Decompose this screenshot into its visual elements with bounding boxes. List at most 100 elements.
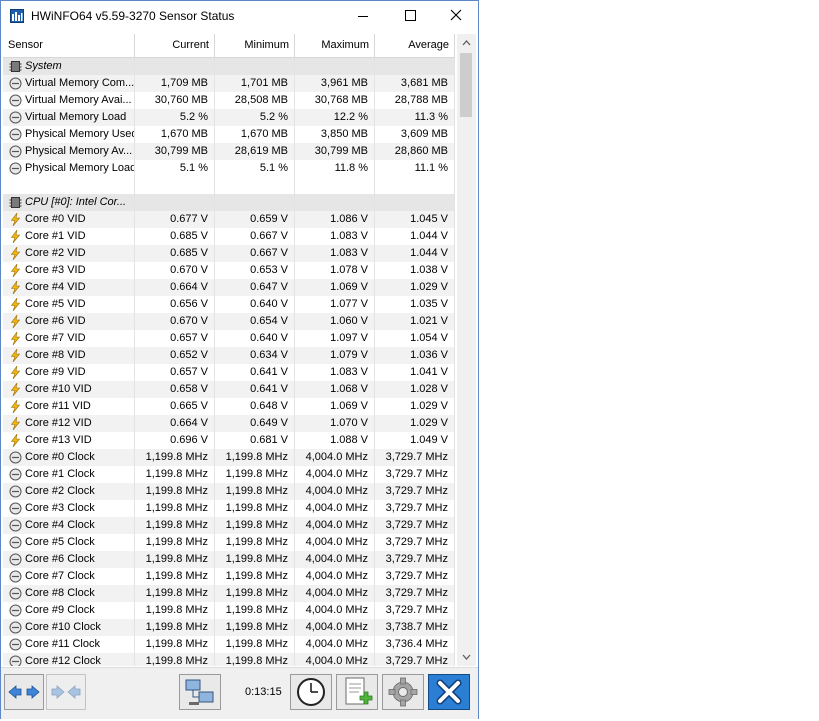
clock-button[interactable] bbox=[290, 674, 332, 710]
sensor-value-current: 0.652 V bbox=[135, 347, 215, 364]
add-report-button[interactable] bbox=[336, 674, 378, 710]
sensor-value-average: 28,788 MB bbox=[375, 92, 455, 109]
sensor-row[interactable]: Virtual Memory Avai... 30,760 MB 28,508 MB… bbox=[3, 92, 455, 109]
sensor-value-average: 3,729.7 MHz bbox=[375, 449, 455, 466]
sensor-value-current: 0.665 V bbox=[135, 398, 215, 415]
sensor-value-minimum: 28,619 MB bbox=[215, 143, 295, 160]
sensor-row[interactable]: Core #4 Clock 1,199.8 MHz 1,199.8 MHz 4,004… bbox=[3, 517, 455, 534]
sensor-value-maximum: 1.069 V bbox=[295, 398, 375, 415]
sensor-row[interactable]: Core #1 VID 0.685 V 0.667 V 1.083 V 1.044 V bbox=[3, 228, 455, 245]
sensor-row[interactable]: Core #11 VID 0.665 V 0.648 V 1.069 V 1.029 V bbox=[3, 398, 455, 415]
close-sensors-button[interactable] bbox=[428, 674, 470, 710]
sensor-row[interactable]: Core #8 VID 0.652 V 0.634 V 1.079 V 1.036 V bbox=[3, 347, 455, 364]
column-header-sensor[interactable]: Sensor bbox=[3, 34, 135, 57]
sensor-value-maximum: 11.8 % bbox=[295, 160, 375, 177]
sensor-name: Core #1 VID bbox=[3, 228, 135, 245]
sensor-value-maximum: 1.068 V bbox=[295, 381, 375, 398]
sensor-value-current: 0.670 V bbox=[135, 313, 215, 330]
sensor-value-minimum: 0.667 V bbox=[215, 228, 295, 245]
sensor-value-minimum: 0.649 V bbox=[215, 415, 295, 432]
sensor-table[interactable]: Sensor Current Minimum Maximum Average S… bbox=[3, 34, 478, 666]
sensor-value-average: 1.038 V bbox=[375, 262, 455, 279]
collapse-button[interactable] bbox=[46, 674, 86, 710]
sensor-row[interactable]: Core #7 Clock 1,199.8 MHz 1,199.8 MHz 4,004… bbox=[3, 568, 455, 585]
sensor-name: Core #10 VID bbox=[3, 381, 135, 398]
network-computers-icon bbox=[185, 679, 214, 705]
sensor-value-current: 30,760 MB bbox=[135, 92, 215, 109]
sensor-value-average: 3,738.7 MHz bbox=[375, 619, 455, 636]
sensor-name: Core #7 Clock bbox=[3, 568, 135, 585]
sensor-row[interactable]: Core #0 VID 0.677 V 0.659 V 1.086 V 1.045 V bbox=[3, 211, 455, 228]
sensor-name: Core #9 VID bbox=[3, 364, 135, 381]
sensor-group-row[interactable]: System bbox=[3, 58, 455, 75]
sensor-value-current: 1,199.8 MHz bbox=[135, 517, 215, 534]
expand-arrows-icon bbox=[8, 685, 40, 699]
sensor-value-maximum: 30,768 MB bbox=[295, 92, 375, 109]
sensor-row[interactable]: Core #9 VID 0.657 V 0.641 V 1.083 V 1.041 V bbox=[3, 364, 455, 381]
close-window-button[interactable] bbox=[433, 1, 479, 31]
sensor-name: Core #5 Clock bbox=[3, 534, 135, 551]
column-header-minimum[interactable]: Minimum bbox=[215, 34, 295, 57]
sensor-value-minimum: 1,199.8 MHz bbox=[215, 585, 295, 602]
sensor-row[interactable]: Core #5 Clock 1,199.8 MHz 1,199.8 MHz 4,004… bbox=[3, 534, 455, 551]
minimize-button[interactable] bbox=[340, 1, 386, 31]
column-header-current[interactable]: Current bbox=[135, 34, 215, 57]
sensor-name: Core #9 Clock bbox=[3, 602, 135, 619]
sensor-value-average: 1.044 V bbox=[375, 245, 455, 262]
sensor-row[interactable]: Core #0 Clock 1,199.8 MHz 1,199.8 MHz 4,004… bbox=[3, 449, 455, 466]
sensor-row[interactable]: Core #8 Clock 1,199.8 MHz 1,199.8 MHz 4,004… bbox=[3, 585, 455, 602]
sensor-row[interactable]: Core #2 VID 0.685 V 0.667 V 1.083 V 1.044 V bbox=[3, 245, 455, 262]
sensor-row[interactable]: Core #9 Clock 1,199.8 MHz 1,199.8 MHz 4,004… bbox=[3, 602, 455, 619]
sensor-row[interactable]: Physical Memory Used 1,670 MB 1,670 MB 3,85… bbox=[3, 126, 455, 143]
sensor-value-maximum: 4,004.0 MHz bbox=[295, 619, 375, 636]
sensor-name: Core #8 VID bbox=[3, 347, 135, 364]
sensor-group-row[interactable]: CPU [#0]: Intel Cor... bbox=[3, 194, 455, 211]
sensor-value-minimum: 1,199.8 MHz bbox=[215, 500, 295, 517]
sensor-value-average: 3,729.7 MHz bbox=[375, 551, 455, 568]
sensor-row[interactable]: Core #7 VID 0.657 V 0.640 V 1.097 V 1.054 V bbox=[3, 330, 455, 347]
sensor-row[interactable]: Core #10 Clock 1,199.8 MHz 1,199.8 MHz 4,00… bbox=[3, 619, 455, 636]
expand-button[interactable] bbox=[4, 674, 44, 710]
sensor-row[interactable]: Core #13 VID 0.696 V 0.681 V 1.088 V 1.049 V bbox=[3, 432, 455, 449]
collapse-arrows-icon bbox=[51, 685, 81, 699]
scroll-up-arrow-icon[interactable] bbox=[457, 34, 476, 51]
sensor-row[interactable]: Core #4 VID 0.664 V 0.647 V 1.069 V 1.029 V bbox=[3, 279, 455, 296]
sensor-row[interactable]: Core #5 VID 0.656 V 0.640 V 1.077 V 1.035 V bbox=[3, 296, 455, 313]
scroll-down-arrow-icon[interactable] bbox=[457, 649, 476, 666]
sensor-value-minimum: 0.654 V bbox=[215, 313, 295, 330]
sensor-value-maximum: 4,004.0 MHz bbox=[295, 653, 375, 666]
scroll-thumb[interactable] bbox=[460, 53, 472, 117]
maximize-button[interactable] bbox=[387, 1, 433, 31]
sensor-status-window: HWiNFO64 v5.59-3270 Sensor Status Sensor… bbox=[0, 0, 479, 719]
sensor-row[interactable]: Physical Memory Av... 30,799 MB 28,619 MB 3… bbox=[3, 143, 455, 160]
sensor-value-minimum: 5.1 % bbox=[215, 160, 295, 177]
column-header-maximum[interactable]: Maximum bbox=[295, 34, 375, 57]
sensor-row[interactable]: Virtual Memory Load 5.2 % 5.2 % 12.2 % 11.3 … bbox=[3, 109, 455, 126]
sensor-row[interactable]: Core #1 Clock 1,199.8 MHz 1,199.8 MHz 4,004… bbox=[3, 466, 455, 483]
sensor-row[interactable]: Core #3 VID 0.670 V 0.653 V 1.078 V 1.038 V bbox=[3, 262, 455, 279]
network-button[interactable] bbox=[179, 674, 221, 710]
sensor-row[interactable]: Core #12 VID 0.664 V 0.649 V 1.070 V 1.029 V bbox=[3, 415, 455, 432]
sensor-value-average: 28,860 MB bbox=[375, 143, 455, 160]
settings-button[interactable] bbox=[382, 674, 424, 710]
vertical-scrollbar[interactable] bbox=[457, 34, 476, 666]
sensor-value-minimum: 1,199.8 MHz bbox=[215, 483, 295, 500]
add-report-icon bbox=[345, 677, 373, 705]
sensor-value-current: 1,709 MB bbox=[135, 75, 215, 92]
sensor-row[interactable]: Virtual Memory Com... 1,709 MB 1,701 MB 3,9… bbox=[3, 75, 455, 92]
sensor-row[interactable]: Core #2 Clock 1,199.8 MHz 1,199.8 MHz 4,004… bbox=[3, 483, 455, 500]
title-bar[interactable]: HWiNFO64 v5.59-3270 Sensor Status bbox=[1, 1, 478, 31]
sensor-value-maximum: 3,850 MB bbox=[295, 126, 375, 143]
sensor-row[interactable]: Core #6 VID 0.670 V 0.654 V 1.060 V 1.021 V bbox=[3, 313, 455, 330]
sensor-value-minimum: 1,199.8 MHz bbox=[215, 568, 295, 585]
sensor-row[interactable]: Core #6 Clock 1,199.8 MHz 1,199.8 MHz 4,004… bbox=[3, 551, 455, 568]
sensor-row[interactable]: Core #11 Clock 1,199.8 MHz 1,199.8 MHz 4,00… bbox=[3, 636, 455, 653]
sensor-value-maximum: 30,799 MB bbox=[295, 143, 375, 160]
column-header-average[interactable]: Average bbox=[375, 34, 455, 57]
sensor-row[interactable]: Core #3 Clock 1,199.8 MHz 1,199.8 MHz 4,004… bbox=[3, 500, 455, 517]
sensor-row[interactable]: Physical Memory Load 5.1 % 5.1 % 11.8 % 11.1… bbox=[3, 160, 455, 177]
sensor-name: Physical Memory Load bbox=[3, 160, 135, 177]
sensor-value-average bbox=[375, 194, 455, 211]
sensor-row[interactable]: Core #12 Clock 1,199.8 MHz 1,199.8 MHz 4,00… bbox=[3, 653, 455, 666]
sensor-row[interactable]: Core #10 VID 0.658 V 0.641 V 1.068 V 1.028 V bbox=[3, 381, 455, 398]
